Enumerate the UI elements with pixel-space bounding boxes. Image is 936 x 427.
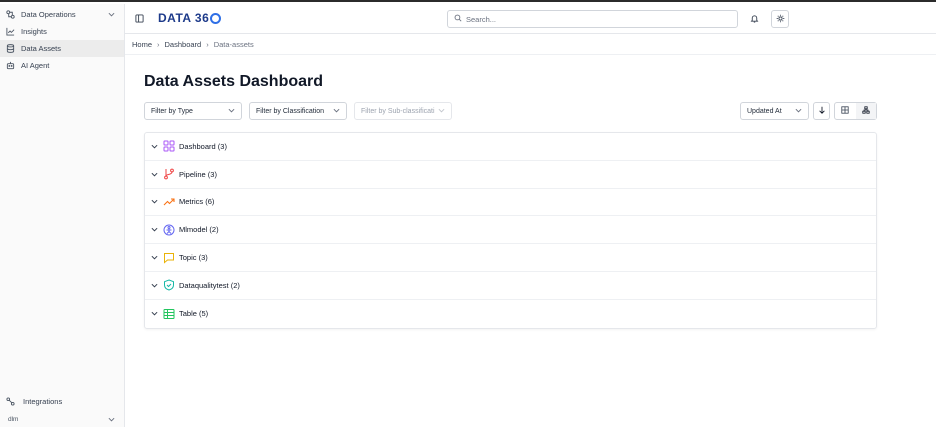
group-row-table[interactable]: Table (5) xyxy=(145,300,876,328)
chevron-down-icon xyxy=(151,309,159,318)
integrations-icon xyxy=(6,396,15,406)
brand-logo[interactable]: DATA 36 xyxy=(158,11,222,25)
chevron-right-icon: › xyxy=(206,40,209,49)
chevron-down-icon xyxy=(228,108,235,115)
shield-check-icon xyxy=(163,279,175,291)
sidebar: Data Operations Insights Data Assets AI … xyxy=(0,4,125,427)
group-label: Mlmodel (2) xyxy=(179,225,219,235)
group-label: Topic (3) xyxy=(179,253,208,263)
sort-field-select[interactable]: Updated At xyxy=(740,102,809,120)
chevron-down-icon xyxy=(438,108,445,115)
grid-view-button[interactable] xyxy=(835,103,856,119)
grid-icon xyxy=(841,106,849,116)
group-label: Table (5) xyxy=(179,309,209,319)
breadcrumb-current: Data-assets xyxy=(213,40,254,49)
group-label: Pipeline (3) xyxy=(179,169,217,179)
brain-model-icon xyxy=(163,224,175,236)
filter-subclassification-select[interactable]: Filter by Sub-classificati xyxy=(354,102,452,120)
group-row-topic[interactable]: Topic (3) xyxy=(145,244,876,272)
sidebar-item-label: Integrations xyxy=(23,396,63,406)
table-icon xyxy=(163,308,175,320)
notifications-button[interactable] xyxy=(745,10,763,28)
dashboard-icon xyxy=(163,140,175,152)
user-menu[interactable]: dlm xyxy=(0,410,124,427)
search-icon xyxy=(454,14,462,24)
database-icon xyxy=(6,44,15,53)
bell-icon xyxy=(750,14,759,25)
search-input[interactable] xyxy=(466,14,706,24)
chevron-down-icon xyxy=(151,170,159,179)
group-row-mlmodel[interactable]: Mlmodel (2) xyxy=(145,216,876,245)
sidebar-item-data-assets[interactable]: Data Assets xyxy=(0,40,124,57)
filter-classification-label: Filter by Classification xyxy=(256,107,325,115)
hierarchy-icon xyxy=(862,106,870,116)
sidebar-item-ai-agent[interactable]: AI Agent xyxy=(0,57,124,74)
filter-classification-select[interactable]: Filter by Classification xyxy=(249,102,347,120)
workspace-label: Data Operations xyxy=(21,10,76,19)
chevron-down-icon xyxy=(108,10,115,19)
top-header: DATA 36 xyxy=(125,4,936,34)
chevron-down-icon xyxy=(151,142,159,151)
chevron-down-icon xyxy=(151,225,159,234)
group-label: Dataqualitytest (2) xyxy=(179,280,240,290)
filter-type-label: Filter by Type xyxy=(151,107,193,115)
logo-text: DATA 36 xyxy=(158,11,210,25)
filter-subclassification-label: Filter by Sub-classificati xyxy=(361,107,435,115)
message-square-icon xyxy=(163,252,175,264)
workspace-switcher[interactable]: Data Operations xyxy=(0,6,124,23)
page-title: Data Assets Dashboard xyxy=(144,73,324,90)
trending-up-icon xyxy=(163,196,175,208)
user-label: dlm xyxy=(8,415,19,423)
search-box[interactable] xyxy=(447,10,738,28)
bot-icon xyxy=(6,61,15,70)
git-branch-icon xyxy=(163,168,175,180)
chevron-down-icon xyxy=(333,108,340,115)
chevron-down-icon xyxy=(108,415,115,424)
sidebar-bottom: Integrations dlm xyxy=(0,392,124,427)
sun-icon xyxy=(776,14,785,25)
breadcrumb-dashboard[interactable]: Dashboard xyxy=(165,40,202,49)
sidebar-item-label: Insights xyxy=(21,27,47,36)
sidebar-item-insights[interactable]: Insights xyxy=(0,23,124,40)
sort-field-label: Updated At xyxy=(747,107,782,115)
chevron-down-icon xyxy=(151,281,159,290)
sidebar-item-label: Data Assets xyxy=(21,44,62,53)
breadcrumb: Home › Dashboard › Data-assets xyxy=(132,40,254,49)
arrow-down-icon xyxy=(818,106,826,116)
sort-direction-button[interactable] xyxy=(813,102,830,120)
tree-view-button[interactable] xyxy=(855,103,876,119)
group-row-dataqualitytest[interactable]: Dataqualitytest (2) xyxy=(145,272,876,300)
sidebar-toggle-icon[interactable] xyxy=(135,14,144,23)
chevron-down-icon xyxy=(151,253,159,262)
group-row-pipeline[interactable]: Pipeline (3) xyxy=(145,161,876,189)
group-label: Metrics (6) xyxy=(179,197,215,207)
line-chart-icon xyxy=(6,27,15,36)
sidebar-item-integrations[interactable]: Integrations xyxy=(0,392,124,410)
chevron-right-icon: › xyxy=(157,40,160,49)
group-row-metrics[interactable]: Metrics (6) xyxy=(145,189,876,217)
asset-group-list: Dashboard (3) Pipeline (3) Metrics (6) M… xyxy=(144,132,877,329)
breadcrumb-home[interactable]: Home xyxy=(132,40,152,49)
group-row-dashboard[interactable]: Dashboard (3) xyxy=(145,133,876,161)
theme-toggle-button[interactable] xyxy=(771,10,789,28)
view-toggle xyxy=(834,102,877,120)
filter-type-select[interactable]: Filter by Type xyxy=(144,102,242,120)
divider xyxy=(125,54,936,55)
sidebar-item-label: AI Agent xyxy=(21,61,50,70)
logo-ring-icon xyxy=(210,12,222,24)
workflow-icon xyxy=(6,10,15,19)
chevron-down-icon xyxy=(151,197,159,206)
group-label: Dashboard (3) xyxy=(179,141,227,151)
chevron-down-icon xyxy=(795,108,802,115)
